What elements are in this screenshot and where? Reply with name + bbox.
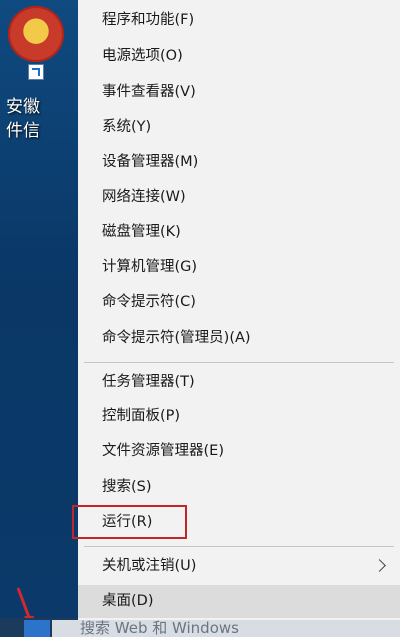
taskbar-search-box[interactable]: 搜索 Web 和 Windows — [52, 620, 400, 637]
menu-item-command-prompt[interactable]: 命令提示符(C) — [78, 286, 400, 319]
menu-item-event-viewer[interactable]: 事件查看器(V) — [78, 76, 400, 109]
menu-item-device-manager[interactable]: 设备管理器(M) — [78, 146, 400, 179]
app-emblem-icon[interactable] — [8, 6, 64, 62]
menu-item-label: 关机或注销(U) — [102, 558, 197, 574]
shortcut-arrow-icon — [28, 64, 44, 80]
menu-item-programs-features[interactable]: 程序和功能(F) — [78, 4, 400, 37]
desktop-icon-label-2: 件信 — [6, 121, 40, 141]
menu-item-desktop[interactable]: 桌面(D) — [78, 585, 400, 618]
menu-item-disk-management[interactable]: 磁盘管理(K) — [78, 216, 400, 249]
desktop: 安徽 件信 搜索 Web 和 Windows 程序和功能(F) 电源选项(O) … — [0, 0, 400, 637]
menu-item-command-prompt-admin[interactable]: 命令提示符(管理员)(A) — [78, 322, 400, 355]
menu-item-system[interactable]: 系统(Y) — [78, 111, 400, 144]
menu-item-shutdown-signout[interactable]: 关机或注销(U) — [78, 550, 400, 583]
menu-item-search[interactable]: 搜索(S) — [78, 471, 400, 504]
desktop-icon-label-1: 安徽 — [6, 97, 40, 117]
menu-item-computer-management[interactable]: 计算机管理(G) — [78, 251, 400, 284]
menu-item-task-manager[interactable]: 任务管理器(T) — [78, 366, 400, 399]
menu-item-network-connections[interactable]: 网络连接(W) — [78, 181, 400, 214]
menu-item-file-explorer[interactable]: 文件资源管理器(E) — [78, 435, 400, 468]
menu-separator — [84, 362, 394, 363]
menu-item-power-options[interactable]: 电源选项(O) — [78, 40, 400, 73]
run-highlight-box — [72, 505, 187, 539]
menu-separator — [84, 546, 394, 547]
start-button[interactable] — [24, 620, 50, 637]
menu-item-control-panel[interactable]: 控制面板(P) — [78, 400, 400, 433]
chevron-right-icon — [373, 559, 386, 572]
